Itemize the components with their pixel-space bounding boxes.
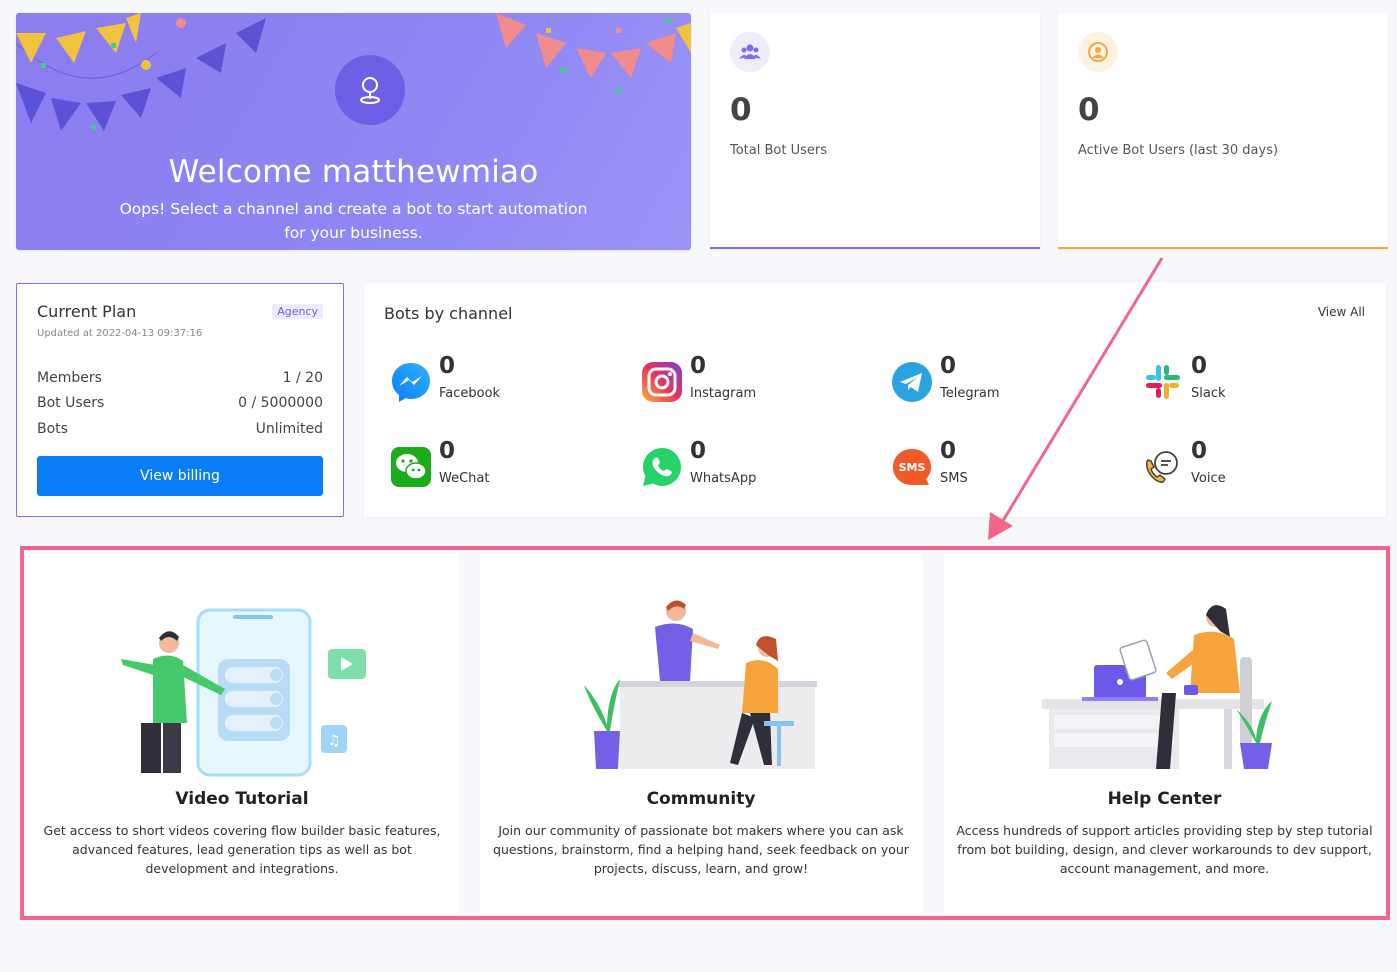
channel-name: WeChat [439, 471, 490, 486]
view-billing-button[interactable]: View billing [37, 456, 323, 496]
avatar [335, 55, 405, 125]
channel-count: 0 [439, 353, 456, 379]
voice-icon [1145, 451, 1178, 483]
channel-name: WhatsApp [690, 471, 757, 486]
view-all-link[interactable]: View All [1318, 305, 1365, 319]
plan-row-bots: Bots Unlimited [37, 421, 323, 437]
active-user-icon [1078, 32, 1118, 72]
channel-wechat[interactable]: 0 WeChat [390, 438, 590, 498]
stat-label: Total Bot Users [730, 143, 827, 158]
plan-row-value: 1 / 20 [282, 370, 323, 386]
channel-count: 0 [1191, 353, 1208, 379]
plan-row-bot-users: Bot Users 0 / 5000000 [37, 395, 323, 411]
plan-row-label: Bot Users [37, 395, 105, 411]
total-bot-users-card: 0 Total Bot Users [710, 13, 1040, 249]
channel-slack[interactable]: 0 Slack [1142, 353, 1342, 413]
channel-name: Telegram [940, 386, 1000, 401]
resources-highlight-box [20, 546, 1390, 920]
channel-name: Slack [1191, 386, 1226, 401]
channel-name: Instagram [690, 386, 757, 401]
welcome-title: Welcome matthewmiao [168, 154, 539, 190]
welcome-subtitle: Oops! Select a channel and create a bot … [119, 200, 588, 242]
channel-whatsapp[interactable]: 0 WhatsApp [641, 438, 841, 498]
stat-value: 0 [730, 92, 752, 128]
slack-icon [1146, 365, 1180, 399]
current-plan-card: Current Plan Agency Updated at 2022-04-1… [16, 283, 344, 517]
channel-instagram[interactable]: 0 Instagram [641, 353, 841, 413]
messenger-icon [392, 363, 430, 402]
channel-count: 0 [439, 438, 456, 464]
stat-label: Active Bot Users (last 30 days) [1078, 143, 1279, 158]
telegram-icon [892, 362, 932, 402]
channel-name: Voice [1191, 471, 1226, 486]
stat-value: 0 [1078, 92, 1100, 128]
welcome-banner: Welcome matthewmiao Oops! Select a chann… [16, 13, 691, 250]
wechat-icon [391, 447, 431, 487]
channel-count: 0 [690, 353, 707, 379]
active-bot-users-card: 0 Active Bot Users (last 30 days) [1058, 13, 1388, 249]
channel-telegram[interactable]: 0 Telegram [891, 353, 1091, 413]
users-icon [730, 32, 770, 72]
channel-name: Facebook [439, 386, 501, 401]
channel-name: SMS [940, 471, 968, 486]
sms-icon: SMS [893, 449, 931, 485]
plan-title: Current Plan [37, 302, 137, 321]
plan-updated: Updated at 2022-04-13 09:37:16 [37, 328, 203, 339]
channel-count: 0 [940, 438, 957, 464]
instagram-icon [642, 362, 682, 402]
map-pin-icon [360, 77, 380, 104]
channel-count: 0 [690, 438, 707, 464]
channel-voice[interactable]: 0 Voice [1142, 438, 1342, 498]
channel-count: 0 [1191, 438, 1208, 464]
channel-sms[interactable]: SMS 0 SMS [891, 438, 1091, 498]
plan-row-value: Unlimited [255, 421, 323, 437]
plan-row-members: Members 1 / 20 [37, 370, 323, 386]
channel-count: 0 [940, 353, 957, 379]
svg-text:SMS: SMS [899, 461, 926, 474]
channels-title: Bots by channel [384, 304, 513, 323]
plan-badge: Agency [272, 304, 323, 319]
plan-row-label: Members [37, 370, 102, 386]
plan-row-value: 0 / 5000000 [238, 395, 323, 411]
whatsapp-icon [643, 448, 681, 486]
bots-by-channel-card: Bots by channel View All 0 Facebook 0 In… [364, 283, 1386, 517]
plan-row-label: Bots [37, 421, 68, 437]
channel-facebook[interactable]: 0 Facebook [390, 353, 590, 413]
